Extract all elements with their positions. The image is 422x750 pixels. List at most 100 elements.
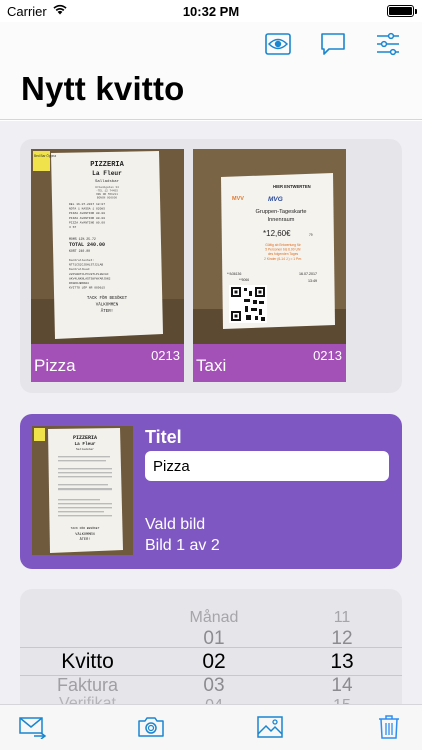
text-line: KVITTO LÖP NR 009615 [69,286,105,290]
text-line: DEL 16-07-2017 18:07 [69,203,105,206]
qr-code-icon [229,285,267,323]
receipt-store-sub: Salladsbar [95,179,120,184]
ticket-price: *12,60€ [263,229,291,238]
battery-icon [387,5,417,17]
text-line: TACK FÖR BESÖKET [87,296,128,301]
text-line: des folgenden Tages [268,252,299,256]
selected-image-card: PIZZERIA La Fleur Salladsbar TACK FÖR BE… [20,414,402,569]
receipt-photo: PIZZERIA La Fleur Salladsbar TACK FÖR BE… [32,426,133,555]
camera-button[interactable] [136,713,166,741]
gallery-item-code: 0213 [313,348,342,363]
text-line: ÅTER! [101,309,114,314]
speech-bubble-icon [321,33,345,55]
picker-selection-bottom-line [20,675,402,676]
ticket-brand: MVG [268,196,283,203]
receipt-vat: MOMS 12% 25.72 [69,237,96,241]
title-field-label: Titel [145,427,182,447]
text-line: PIZZA AVANTINO 80.00 [69,217,105,220]
trash-icon [379,715,399,739]
photo-library-icon [257,716,283,738]
ticket-description: Gültig ab Entwertung für5 Personen bis 6… [264,243,302,261]
receipt-total: TOTAL 240.00 [69,242,105,248]
picker-type-selected[interactable]: Kvitto [20,650,155,674]
text-line: VÄLKOMMEN [96,303,119,308]
content-area[interactable]: Bed Bar Öppna PIZZERIA La Fleur Salladsb… [0,121,422,704]
battery-level [389,7,412,15]
gallery-item-label: Taxi [196,356,227,375]
text-line: 3 ST [69,226,76,229]
title-input[interactable] [145,451,389,481]
gallery-item-label: Pizza [34,356,76,375]
picker-selection-top-line [20,647,402,648]
receipt-address: Urbanbgatan 34-TEL 12 74455ORG NR 556211… [95,185,119,200]
picker-month-option[interactable]: 04 [155,697,273,704]
ticket-serial: **A36136 [227,272,241,276]
ticket-time: 13:49 [308,279,317,283]
sliders-icon [377,32,399,56]
picker-month-selected[interactable]: 02 [155,650,273,674]
text-line: 22FVW0TCLPXJ8TLPL2ECAC [69,273,109,276]
mail-button[interactable] [18,713,48,741]
text-line: RXGKDJBKOW4 [69,282,89,285]
receipt-footer-line-1: TACK FÖR BESÖKET [71,526,100,530]
text-line: PIZZA AVANTINO 80.00 [69,221,105,224]
receipt-store-name: PIZZERIA [73,435,97,441]
receipt-photo: Bed Bar Öppna PIZZERIA La Fleur Salladsb… [31,149,184,344]
page-title: Nytt kvitto [21,70,185,107]
clock-label: 10:32 PM [182,4,240,19]
picker-type-option[interactable]: Verifikat [20,695,155,704]
preview-button[interactable] [263,30,293,58]
text-line: NTT1CS2CJDHLSTJ2LAB [69,264,103,267]
camera-icon [138,717,164,737]
gallery-item-bar: Pizza 0213 [31,344,184,382]
text-line: Urbanbgatan 34 [95,185,119,189]
text-line: NOTA 1 KASSA 1 02085 [69,208,105,211]
receipt-store-name-2: La Fleur [92,170,122,177]
picker-day-selected[interactable]: 13 [273,650,402,674]
picker-day-option[interactable]: 11 [273,609,402,627]
picker-month-header: Månad [189,609,239,626]
image-gallery: Bed Bar Öppna PIZZERIA La Fleur Salladsb… [20,139,402,393]
picker-day-option[interactable]: 15 [273,697,402,704]
gallery-item-pizza[interactable]: Bed Bar Öppna PIZZERIA La Fleur Salladsb… [31,149,184,382]
eye-icon [265,33,291,55]
ticket-price-code: 79 [309,233,313,237]
ticket-date: 16.07.2017 [299,272,317,276]
gallery-item-taxi[interactable]: HIER ENTWERTEN MVV MVG Gruppen-Tageskart… [193,149,346,382]
comment-button[interactable] [318,30,348,58]
text-line: 5 Personen bis 6.00 Uhr [265,248,301,252]
gallery-item-code: 0213 [151,348,180,363]
delete-button[interactable] [374,713,404,741]
text-line: Gültig ab Entwertung für [265,243,301,247]
text-line: 8KV4LNKNLASTS8FWYARJ9N2 [69,277,111,280]
mail-send-icon [19,717,47,739]
receipt-footer-line-2: VÄLKOMMEN [75,532,94,537]
ticket-header: HIER ENTWERTEN [273,184,311,189]
receipt-footer-line-3: ÅTER! [80,537,91,542]
receipt-store-name-2: La Fleur [74,442,95,447]
receipt-card: KORT 240.00 [69,249,90,253]
ticket-serial-2: **5066 [239,278,249,282]
selected-image-preview[interactable]: PIZZERIA La Fleur Salladsbar TACK FÖR BE… [32,426,133,555]
text-line: PIZZA AVANTINO 80.00 [69,212,105,215]
type-date-picker: Kvitto Faktura Verifikat Månad 01 02 03 … [20,589,402,704]
navigation-bar: Nytt kvitto [0,22,422,120]
settings-button[interactable] [373,30,403,58]
bottom-toolbar [0,704,422,750]
text-line: BONGN 000000 [97,197,117,200]
picker-day-option[interactable]: 14 [273,675,402,697]
receipt-store-name: PIZZERIA [90,161,124,169]
selected-image-index: Bild 1 av 2 [145,537,220,554]
photos-button[interactable] [255,713,285,741]
selected-image-label: Vald bild [145,516,206,533]
text-line: 2 Kinder (6-14 J.) = 1 Per. [264,257,302,261]
status-bar: Carrier 10:32 PM [0,0,422,22]
text-line: Kontrollenhet: [69,258,94,262]
text-line: Kontrollkod: [69,267,91,271]
receipt-sticker: Bed Bar Öppna [34,154,56,158]
picker-type-option[interactable]: Faktura [20,675,155,696]
gallery-item-bar: Taxi 0213 [193,344,346,382]
picker-month-option[interactable]: 03 [155,675,273,697]
ticket-zone: Innenraum [268,217,295,223]
receipt-store-sub: Salladsbar [76,447,94,451]
